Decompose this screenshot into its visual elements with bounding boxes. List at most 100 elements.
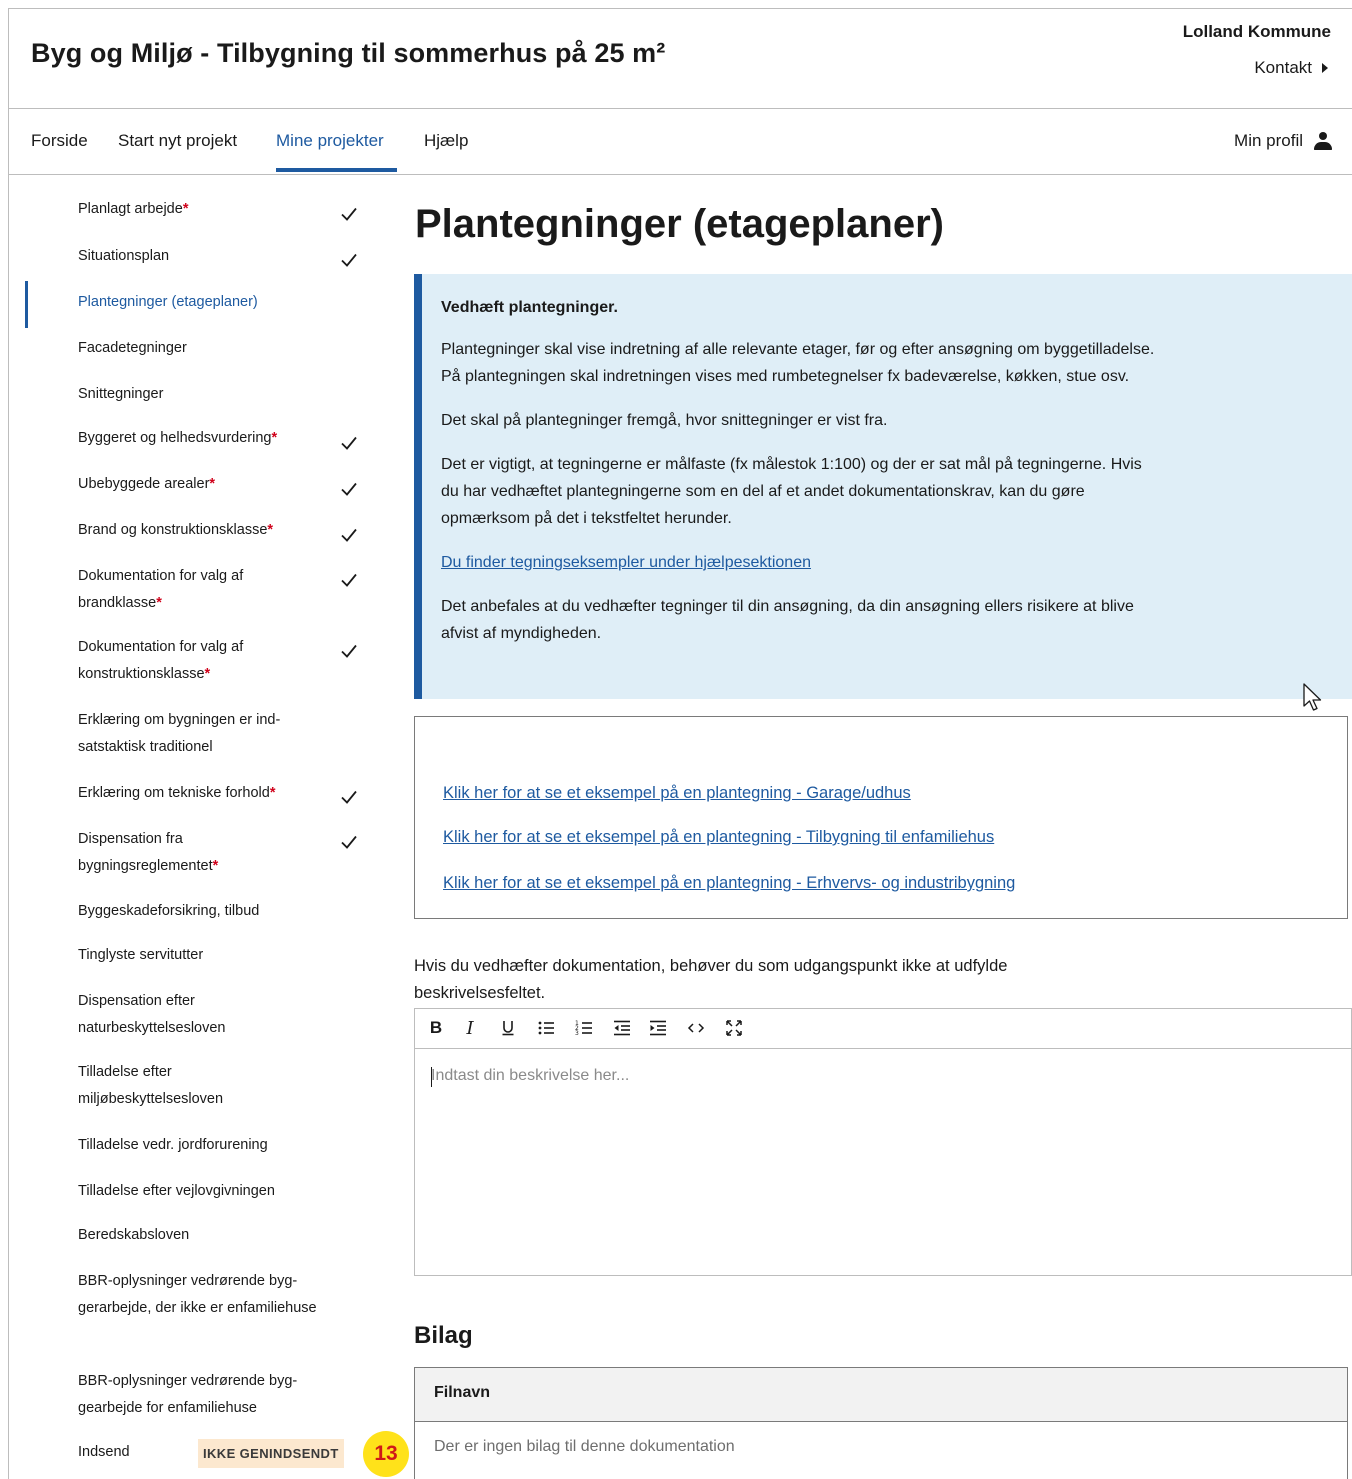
sidebar-item-label: Dokumentation for valg af konstruktionsk… xyxy=(78,639,244,682)
sidebar-item-label: Byggeret og helhedsvurdering xyxy=(78,430,272,446)
required-marker: * xyxy=(269,785,276,801)
sidebar-item-tilladelse-jordforurening[interactable]: Tilladelse vedr. jordforurening xyxy=(78,1132,328,1159)
sidebar-item-label: Tilladelse vedr. jordforurening xyxy=(78,1137,268,1153)
sidebar-item-label: Tilladelse efter vejlovgivningen xyxy=(78,1183,275,1199)
checkmark-icon xyxy=(340,788,358,806)
sidebar-item-label: Ubebyggede arealer xyxy=(78,476,210,492)
sidebar-item-byggeret[interactable]: Byggeret og helhedsvurdering* xyxy=(78,425,328,452)
sidebar-item-erklaering-indsatstaktisk[interactable]: Erklæring om bygningen er ind-satstaktis… xyxy=(78,707,313,761)
indent-icon[interactable] xyxy=(647,1017,669,1039)
sidebar-item-label: Brand og konstruktionsklasse xyxy=(78,522,268,538)
sidebar-item-label: Erklæring om bygningen er ind-satstaktis… xyxy=(78,712,281,755)
contact-link[interactable]: Kontakt xyxy=(1254,58,1328,78)
info-paragraph: Det skal på plantegninger fremgå, hvor s… xyxy=(441,412,888,429)
text-caret xyxy=(431,1067,432,1087)
outdent-icon[interactable] xyxy=(611,1017,633,1039)
sidebar-item-byggeskadeforsikring[interactable]: Byggeskadeforsikring, tilbud xyxy=(78,898,328,925)
sidebar-item-label: BBR-oplysninger vedrørende byg-gerarbejd… xyxy=(78,1273,317,1316)
required-marker: * xyxy=(212,858,219,874)
nav-item-hjaelp[interactable]: Hjælp xyxy=(424,131,468,151)
code-icon[interactable] xyxy=(685,1017,707,1039)
sidebar-item-label: Plantegninger (etageplaner) xyxy=(78,294,258,310)
underline-icon[interactable] xyxy=(497,1017,519,1039)
app-title: Byg og Miljø - Tilbygning til sommerhus … xyxy=(31,38,666,68)
sidebar-item-label: Beredskabsloven xyxy=(78,1227,190,1243)
profile-link[interactable]: Min profil xyxy=(1234,131,1333,151)
italic-icon[interactable]: I xyxy=(459,1017,481,1039)
sidebar-item-brand-og-konstruktionsklasse[interactable]: Brand og konstruktionsklasse* xyxy=(78,517,328,544)
required-marker: * xyxy=(271,430,278,446)
sidebar-item-situationsplan[interactable]: Situationsplan xyxy=(78,243,328,270)
active-nav-indicator xyxy=(276,168,397,172)
required-marker: * xyxy=(204,666,211,682)
contact-label: Kontakt xyxy=(1254,58,1312,77)
attachments-title: Bilag xyxy=(414,1322,473,1349)
caret-right-icon xyxy=(1322,63,1328,73)
svg-text:3: 3 xyxy=(575,1030,579,1037)
sidebar-item-dispensation-bygningsreglementet[interactable]: Dispensation fra bygningsreglementet* xyxy=(78,826,258,880)
column-header-filnavn: Filnavn xyxy=(434,1384,491,1401)
empty-state-text: Der er ingen bilag til denne dokumentati… xyxy=(434,1438,735,1455)
table-header: Filnavn xyxy=(415,1368,1347,1422)
sidebar-item-snittegninger[interactable]: Snittegninger xyxy=(78,381,328,408)
active-item-marker xyxy=(25,281,28,328)
person-icon xyxy=(1313,132,1333,150)
sidebar-item-dokumentation-brandklasse[interactable]: Dokumentation for valg af brandklasse* xyxy=(78,563,293,617)
checkmark-icon xyxy=(340,571,358,589)
sidebar-item-label: Facadetegninger xyxy=(78,340,187,356)
sidebar-item-label: Tinglyste servitutter xyxy=(78,947,204,963)
checkmark-icon xyxy=(340,526,358,544)
required-marker: * xyxy=(267,522,274,538)
sidebar-item-planlagt-arbejde[interactable]: Planlagt arbejde* xyxy=(78,196,328,223)
mouse-cursor-icon xyxy=(1303,683,1322,711)
example-links-box: Klik her for at se et eksempel på en pla… xyxy=(414,716,1348,919)
editor-toolbar: B I 123 xyxy=(415,1009,1351,1049)
sidebar-item-dispensation-naturbeskyttelsesloven[interactable]: Dispensation efter naturbeskyttelseslove… xyxy=(78,988,268,1042)
sidebar-item-label: BBR-oplysninger vedrørende byg-gearbejde… xyxy=(78,1373,298,1416)
sidebar-item-tilladelse-miljoebeskyttelsesloven[interactable]: Tilladelse efter miljøbeskyttelsesloven xyxy=(78,1059,268,1113)
bullet-list-icon[interactable] xyxy=(535,1017,557,1039)
sidebar-item-tilladelse-vejlovgivningen[interactable]: Tilladelse efter vejlovgivningen xyxy=(78,1178,328,1205)
required-marker: * xyxy=(156,595,162,611)
sidebar-item-plantegninger[interactable]: Plantegninger (etageplaner) xyxy=(78,289,328,316)
nav-item-forside[interactable]: Forside xyxy=(31,131,88,151)
sidebar-item-erklaering-tekniske-forhold[interactable]: Erklæring om tekniske forhold* xyxy=(78,780,328,807)
info-box: Vedhæft plantegninger. Plantegninger ska… xyxy=(414,274,1352,699)
example-link-garage[interactable]: Klik her for at se et eksempel på en pla… xyxy=(443,784,911,803)
sidebar-item-indsend[interactable]: Indsend xyxy=(78,1439,188,1466)
info-paragraph: Det er vigtigt, at tegningerne er målfas… xyxy=(441,456,1142,527)
municipality-name: Lolland Kommune xyxy=(1182,22,1331,41)
sidebar-item-beredskabsloven[interactable]: Beredskabsloven xyxy=(78,1222,328,1249)
profile-label: Min profil xyxy=(1234,131,1303,150)
required-marker: * xyxy=(182,201,189,217)
checkmark-icon xyxy=(340,833,358,851)
checkmark-icon xyxy=(340,251,358,269)
attachments-table: Filnavn Der er ingen bilag til denne dok… xyxy=(414,1367,1348,1479)
sidebar-item-bbr-enfamiliehuse[interactable]: BBR-oplysninger vedrørende byg-gearbejde… xyxy=(78,1368,333,1422)
sidebar-item-tinglyste-servitutter[interactable]: Tinglyste servitutter xyxy=(78,942,328,969)
nav-item-mine-projekter[interactable]: Mine projekter xyxy=(276,131,384,151)
fullscreen-icon[interactable] xyxy=(723,1017,745,1039)
sidebar-item-facadetegninger[interactable]: Facadetegninger xyxy=(78,335,328,362)
description-editor-input[interactable]: Indtast din beskrivelse her... xyxy=(431,1067,629,1085)
sidebar-item-dokumentation-konstruktionsklasse[interactable]: Dokumentation for valg af konstruktionsk… xyxy=(78,634,293,688)
sidebar-item-label: Erklæring om tekniske forhold xyxy=(78,785,270,801)
checkmark-icon xyxy=(340,642,358,660)
sidebar-item-ubebyggede-arealer[interactable]: Ubebyggede arealer* xyxy=(78,471,328,498)
info-lead: Vedhæft plantegninger. xyxy=(441,299,618,316)
checkmark-icon xyxy=(340,480,358,498)
example-link-erhverv[interactable]: Klik her for at se et eksempel på en pla… xyxy=(443,874,1015,893)
step-count-badge: 13 xyxy=(363,1431,409,1477)
checkmark-icon xyxy=(340,205,358,223)
nav-item-start-nyt-projekt[interactable]: Start nyt projekt xyxy=(118,131,237,151)
help-section-link[interactable]: Du finder tegningseksempler under hjælpe… xyxy=(441,554,811,571)
sidebar-item-label: Tilladelse efter miljøbeskyttelsesloven xyxy=(78,1064,224,1107)
sidebar-item-label: Situationsplan xyxy=(78,248,170,264)
info-paragraph: Plantegninger skal vise indretning af al… xyxy=(441,341,1155,385)
sidebar-item-label: Dispensation efter naturbeskyttelseslove… xyxy=(78,993,226,1036)
numbered-list-icon[interactable]: 123 xyxy=(573,1017,595,1039)
example-link-enfamiliehus[interactable]: Klik her for at se et eksempel på en pla… xyxy=(443,828,994,847)
required-marker: * xyxy=(209,476,216,492)
bold-icon[interactable]: B xyxy=(425,1017,447,1039)
sidebar-item-bbr-ikke-enfamiliehuse[interactable]: BBR-oplysninger vedrørende byg-gerarbejd… xyxy=(78,1268,333,1322)
